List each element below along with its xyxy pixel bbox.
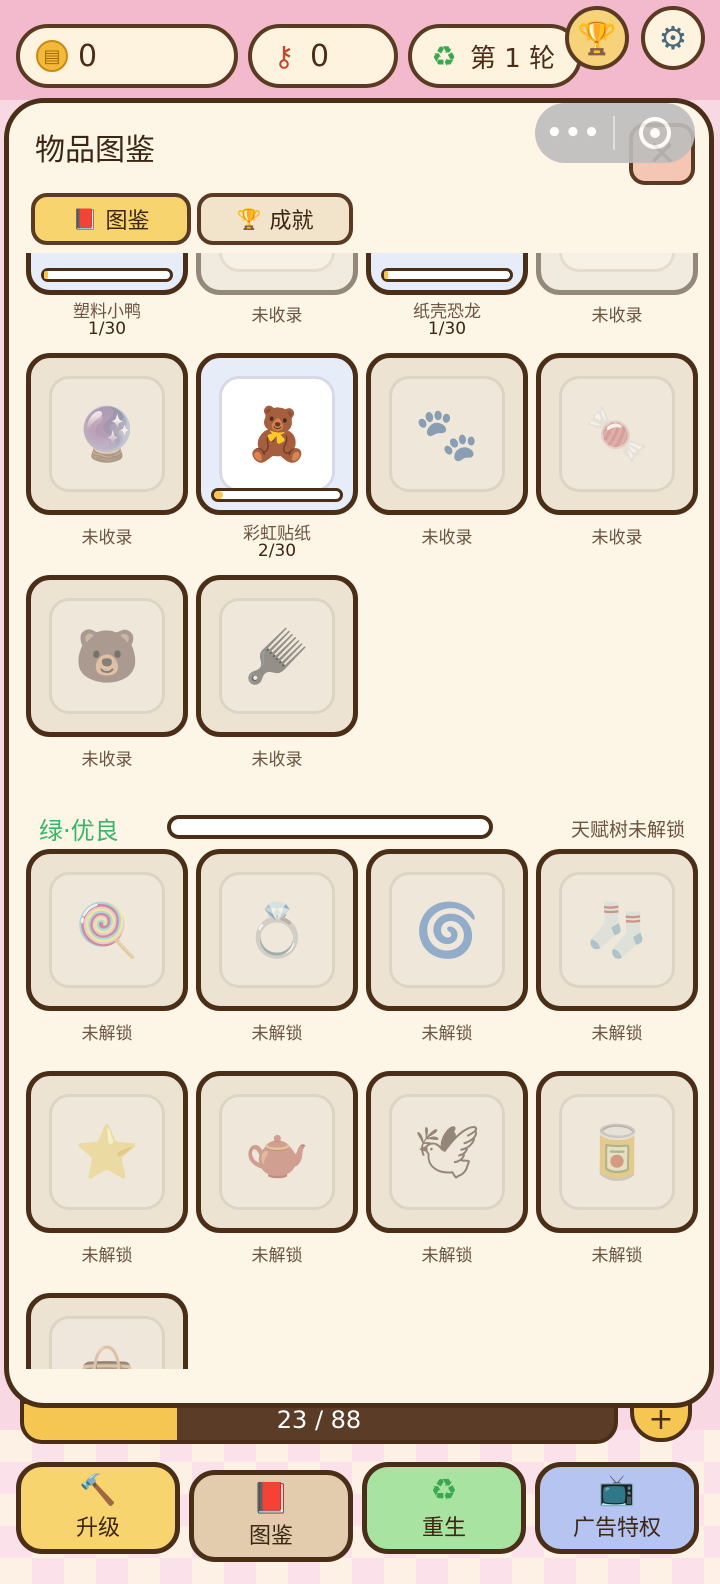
item-cell-rainbow-sticker[interactable]: 🧸 xyxy=(196,353,358,515)
heart-ring-icon: 💍 xyxy=(219,872,335,988)
nav-rebirth[interactable]: ♻ 重生 xyxy=(362,1462,526,1554)
trophy-icon: 🏆 xyxy=(236,207,262,231)
item-cell-teapot[interactable]: 🫖 xyxy=(196,1071,358,1233)
item-name: 未收录 xyxy=(81,528,133,548)
item-cell-mint-tin[interactable]: 🥫 xyxy=(536,1071,698,1233)
coin-count: 0 xyxy=(78,38,98,74)
paw-sock-icon: 🧦 xyxy=(559,872,675,988)
item-cell-bear-lollipop[interactable]: 🍭 xyxy=(26,849,188,1011)
tv-icon: 📺 xyxy=(598,1473,636,1508)
trophy-button[interactable]: 🏆 xyxy=(565,6,629,70)
item-name: 未收录 xyxy=(591,306,643,326)
nav-upgrade[interactable]: 🔨 升级 xyxy=(16,1462,180,1554)
nav-ad-privilege[interactable]: 📺 广告特权 xyxy=(535,1462,699,1554)
item-name: 未收录 xyxy=(591,528,643,548)
item-cell-heart-ring[interactable]: 💍 xyxy=(196,849,358,1011)
mini-program-capsule: ••• xyxy=(535,103,695,163)
panel-title: 物品图鉴 xyxy=(35,133,155,168)
tab-achievements-label: 成就 xyxy=(269,209,314,234)
item-cell-swirl-candy[interactable]: 🍬 xyxy=(536,353,698,515)
bear-lollipop-icon: 🍭 xyxy=(49,872,165,988)
gear-icon: ⚙ xyxy=(658,19,688,57)
item-cell-plastic-duck[interactable] xyxy=(26,253,188,295)
item-name: 未解锁 xyxy=(591,1024,643,1044)
paper-crane-icon: 🕊 xyxy=(389,1094,505,1210)
nav-ad-privilege-label: 广告特权 xyxy=(572,1516,661,1541)
more-menu-button[interactable]: ••• xyxy=(535,118,613,148)
swirl-candy-icon: 🍬 xyxy=(559,376,675,492)
item-cell-paw-sock[interactable]: 🧦 xyxy=(536,849,698,1011)
key-counter: ⚷ 0 xyxy=(248,24,398,88)
item-cell-mini-fan[interactable]: 🌀 xyxy=(366,849,528,1011)
item-cell-comb-set[interactable]: 🪮 xyxy=(196,575,358,737)
item-name: 未收录 xyxy=(251,306,303,326)
star-lamp-icon: ⭐ xyxy=(49,1094,165,1210)
item-progress: 2/30 xyxy=(257,541,297,561)
book-icon: 📕 xyxy=(72,207,98,231)
recycle-icon: ♻ xyxy=(431,39,457,73)
collection-scroll-area[interactable]: 塑料小鸭 1/30 未收录 纸壳恐龙 1/30 未收录 🔮 🧸 🐾 🍬 未收录 … xyxy=(9,253,709,1369)
marble-icon: 🔮 xyxy=(49,376,165,492)
item-name: 未解锁 xyxy=(421,1024,473,1044)
item-name: 未收录 xyxy=(81,750,133,770)
round-counter: ♻ 第 1 轮 xyxy=(408,24,582,88)
item-cell-paper-dino[interactable] xyxy=(366,253,528,295)
item-cell-bag[interactable]: 👜 xyxy=(26,1293,188,1369)
item-name: 未解锁 xyxy=(421,1246,473,1266)
settings-button[interactable]: ⚙ xyxy=(641,6,705,70)
comb-set-icon: 🪮 xyxy=(219,598,335,714)
nav-upgrade-label: 升级 xyxy=(75,1516,120,1541)
book-icon: 📕 xyxy=(252,1481,290,1516)
section-status: 天赋树未解锁 xyxy=(570,819,685,841)
target-icon xyxy=(639,117,671,149)
item-cell-locked[interactable] xyxy=(196,253,358,295)
item-name: 未解锁 xyxy=(251,1246,303,1266)
nav-rebirth-label: 重生 xyxy=(421,1516,466,1541)
item-progress: 1/30 xyxy=(427,319,467,339)
item-name: 未解锁 xyxy=(591,1246,643,1266)
item-progress: 1/30 xyxy=(87,319,127,339)
item-cell-star-lamp[interactable]: ⭐ xyxy=(26,1071,188,1233)
nav-collection-label: 图鉴 xyxy=(248,1524,293,1549)
bag-icon: 👜 xyxy=(49,1316,165,1369)
recycle-icon: ♻ xyxy=(430,1473,458,1508)
keychain-set-icon: 🐻 xyxy=(49,598,165,714)
item-name: 未收录 xyxy=(421,528,473,548)
teapot-icon: 🫖 xyxy=(219,1094,335,1210)
sticker-box-icon: 🧸 xyxy=(219,376,335,492)
item-name: 未解锁 xyxy=(81,1024,133,1044)
exp-progress-text: 23 / 88 xyxy=(276,1406,362,1434)
sticker-sheet-icon: 🐾 xyxy=(389,376,505,492)
item-cell-locked[interactable] xyxy=(536,253,698,295)
item-name: 未解锁 xyxy=(81,1246,133,1266)
item-cell-paper-crane[interactable]: 🕊 xyxy=(366,1071,528,1233)
exit-button[interactable] xyxy=(615,117,695,149)
coin-counter: ▤ 0 xyxy=(16,24,238,88)
collection-panel: 物品图鉴 ✕ ••• 📕 图鉴 🏆 成就 塑料小鸭 1/30 未收录 xyxy=(4,98,714,1408)
item-cell-sticker-sheet[interactable]: 🐾 xyxy=(366,353,528,515)
hammer-icon: 🔨 xyxy=(79,1473,117,1508)
round-label: 第 1 轮 xyxy=(470,43,556,74)
key-icon: ⚷ xyxy=(273,39,295,73)
coin-icon: ▤ xyxy=(36,40,68,72)
mint-tin-icon: 🥫 xyxy=(559,1094,675,1210)
tab-collection[interactable]: 📕 图鉴 xyxy=(31,193,191,245)
item-cell-marble[interactable]: 🔮 xyxy=(26,353,188,515)
item-name: 未解锁 xyxy=(251,1024,303,1044)
trophy-icon: 🏆 xyxy=(577,19,617,57)
tab-achievements[interactable]: 🏆 成就 xyxy=(197,193,353,245)
tab-collection-label: 图鉴 xyxy=(105,209,150,234)
nav-collection[interactable]: 📕 图鉴 xyxy=(189,1470,353,1562)
mini-fan-icon: 🌀 xyxy=(389,872,505,988)
section-progress-bar xyxy=(167,815,493,839)
item-cell-keychain-set[interactable]: 🐻 xyxy=(26,575,188,737)
item-name: 未收录 xyxy=(251,750,303,770)
key-count: 0 xyxy=(310,38,330,74)
section-title-green: 绿·优良 xyxy=(39,817,119,845)
